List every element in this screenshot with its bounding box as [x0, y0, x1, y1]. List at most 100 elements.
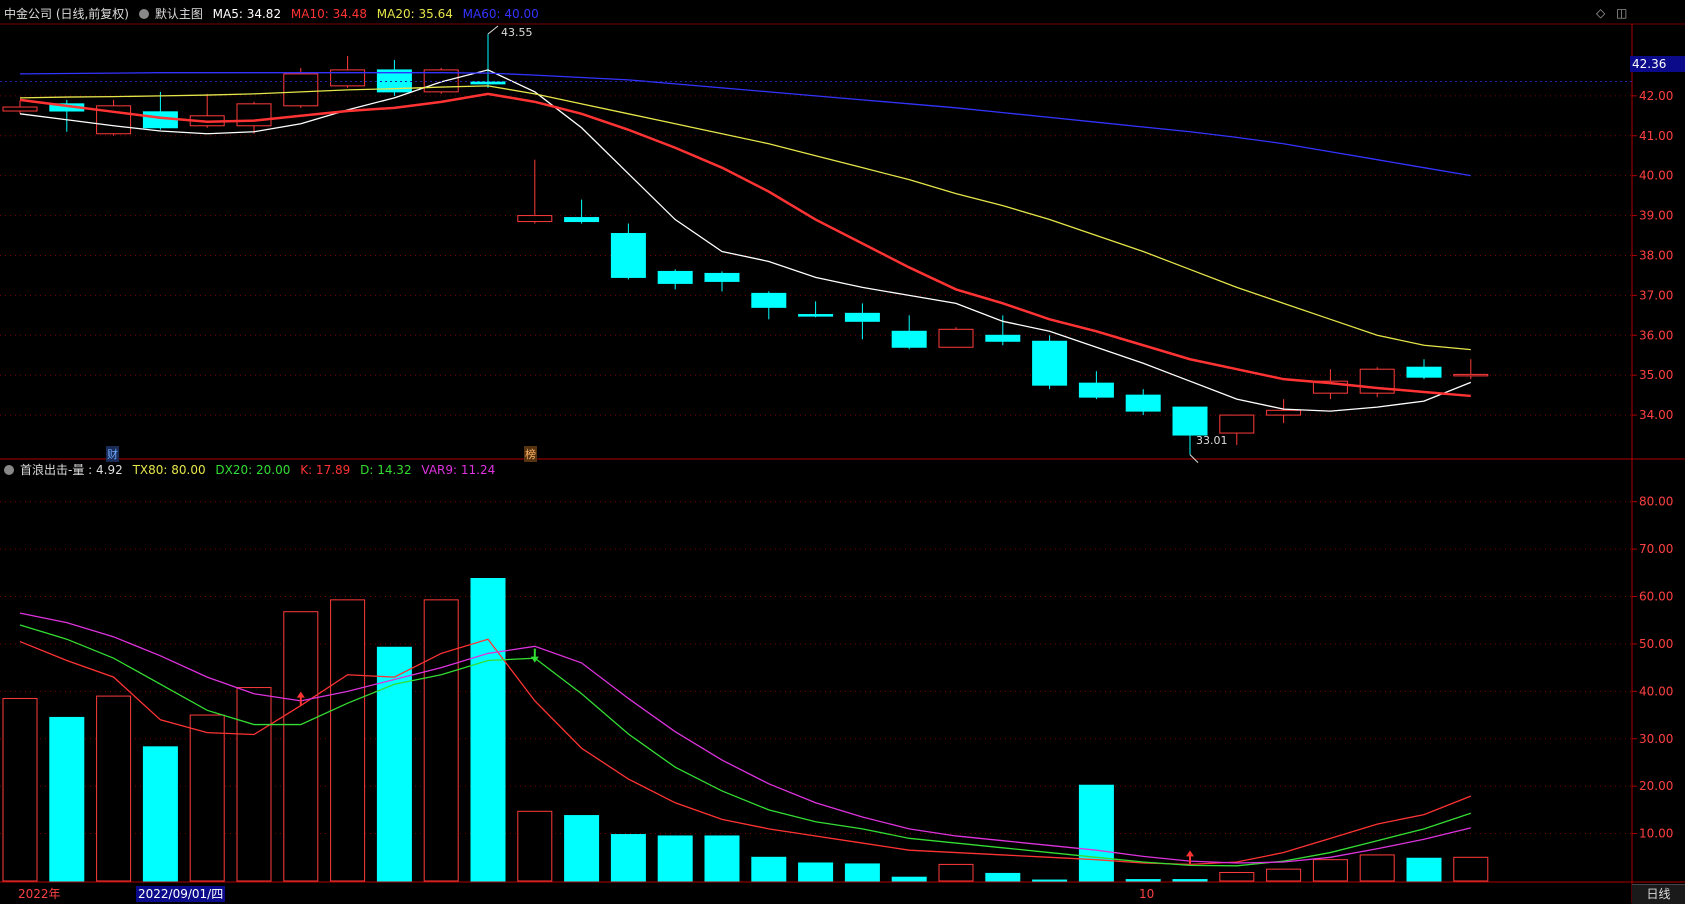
candle-body — [1453, 373, 1489, 377]
main-tick-label: 40.00 — [1639, 169, 1673, 183]
candle-body — [564, 217, 600, 223]
candle-body — [236, 103, 272, 127]
candle-body — [610, 233, 646, 278]
volume-bar — [330, 599, 366, 882]
volume-bar — [423, 599, 459, 882]
volume-bar — [1359, 854, 1395, 882]
chart-settings-icon[interactable] — [138, 9, 149, 19]
candle-body — [938, 328, 974, 348]
main-tick-label: 38.00 — [1639, 248, 1673, 262]
candle-body — [1172, 406, 1208, 436]
indicator-tick-label: 60.00 — [1639, 590, 1673, 604]
tx80-label: TX80: 80.00 — [132, 463, 206, 477]
candle-body — [1032, 340, 1068, 386]
volume-bar — [844, 863, 880, 882]
ma60-label: MA60: 40.00 — [462, 7, 539, 21]
volume-bar — [283, 611, 319, 882]
volume-bar — [1219, 871, 1255, 882]
volume-bar — [1406, 857, 1442, 882]
volume-bar — [517, 810, 553, 882]
volume-bar — [1266, 868, 1302, 882]
volume-bar — [1032, 879, 1068, 882]
volume-bar — [1078, 784, 1114, 882]
candle-body — [283, 73, 319, 107]
chart-name[interactable]: 默认主图 — [155, 7, 203, 21]
volume-bar — [96, 695, 132, 882]
candle-body — [2, 106, 38, 112]
candle-body — [1125, 394, 1161, 412]
ranking-marker[interactable]: 榜 — [524, 446, 537, 462]
main-tick-label: 39.00 — [1639, 209, 1673, 223]
candle-body — [798, 314, 834, 317]
volume-bar — [704, 835, 740, 882]
low-price-label: 33.01 — [1196, 434, 1228, 447]
main-tick-label: 34.00 — [1639, 408, 1673, 422]
volume-bar — [1312, 859, 1348, 882]
indicator-tick-label: 80.00 — [1639, 495, 1673, 509]
volume-bar — [938, 863, 974, 882]
volume-bar — [1172, 879, 1208, 882]
indicator-tick-label: 70.00 — [1639, 542, 1673, 556]
candle-body — [1219, 414, 1255, 434]
year-label: 2022年 — [18, 887, 61, 901]
candle-body — [1406, 366, 1442, 378]
stock-title[interactable]: 中金公司 (日线,前复权) — [4, 7, 129, 21]
var9-label: VAR9: 11.24 — [421, 463, 496, 477]
volume-bar — [236, 687, 272, 882]
indicator-header: 首浪出击-量 : 4.92 TX80: 80.00 DX20: 20.00 K:… — [4, 460, 501, 480]
volume-bar — [1453, 856, 1489, 882]
current-price-label: 42.36 — [1630, 56, 1685, 72]
candle-body — [891, 330, 927, 348]
ma20-label: MA20: 35.64 — [376, 7, 453, 21]
indicator-settings-icon[interactable] — [4, 465, 14, 475]
d-label: D: 14.32 — [360, 463, 412, 477]
month-label: 10 — [1139, 887, 1155, 901]
chart-stage[interactable]: 34.00 35.00 36.00 37.00 38.00 39.00 40.00 41.00… — [0, 0, 1685, 904]
indicator-tick-label: 40.00 — [1639, 684, 1673, 698]
volume-bar — [189, 714, 225, 882]
indicator-name[interactable]: 首浪出击-量 : 4.92 — [20, 463, 123, 477]
panel-toggle-icon[interactable]: ◫ — [1616, 6, 1627, 20]
volume-bar — [142, 746, 178, 882]
main-tick-label: 37.00 — [1639, 288, 1673, 302]
main-chart-header: 中金公司 (日线,前复权) 默认主图 MA5: 34.82 MA10: 34.4… — [4, 4, 545, 24]
ma10-label: MA10: 34.48 — [290, 7, 367, 21]
diamond-icon[interactable]: ◇ — [1596, 6, 1605, 20]
ma5-label: MA5: 34.82 — [212, 7, 282, 21]
indicator-tick-label: 30.00 — [1639, 732, 1673, 746]
volume-bar — [657, 835, 693, 882]
candle-body — [1078, 382, 1114, 398]
main-tick-label: 41.00 — [1639, 129, 1673, 143]
candle-body — [1266, 409, 1302, 416]
volume-bar — [798, 862, 834, 882]
buy-signal-arrow-icon — [1186, 850, 1194, 865]
candle-body — [844, 312, 880, 322]
indicator-tick-label: 10.00 — [1639, 827, 1673, 841]
main-tick-label: 36.00 — [1639, 328, 1673, 342]
volume-bar — [564, 815, 600, 882]
volume-bar — [751, 856, 787, 882]
chart-canvas[interactable]: 34.00 35.00 36.00 37.00 38.00 39.00 40.00 41.00… — [0, 0, 1685, 903]
volume-bar — [2, 697, 38, 882]
high-leader — [487, 25, 499, 35]
volume-bar — [610, 834, 646, 882]
main-tick-label: 35.00 — [1639, 368, 1673, 382]
dx20-label: DX20: 20.00 — [215, 463, 291, 477]
volume-bar — [1125, 879, 1161, 882]
volume-bar — [470, 578, 506, 882]
volume-bar — [49, 716, 85, 882]
candle-body — [657, 270, 693, 284]
cursor-date-label: 2022/09/01/四 — [136, 886, 226, 902]
period-button[interactable]: 日线 — [1632, 884, 1685, 904]
candle-body — [517, 215, 553, 223]
indicator-tick-label: 50.00 — [1639, 637, 1673, 651]
candle-body — [985, 334, 1021, 342]
volume-bar — [985, 872, 1021, 882]
main-tick-label: 42.00 — [1639, 89, 1673, 103]
indicator-tick-label: 20.00 — [1639, 779, 1673, 793]
volume-bar — [891, 876, 927, 882]
candle-body — [704, 272, 740, 282]
high-price-label: 43.55 — [501, 26, 533, 39]
candle-body — [751, 292, 787, 308]
candle-body — [470, 81, 506, 85]
